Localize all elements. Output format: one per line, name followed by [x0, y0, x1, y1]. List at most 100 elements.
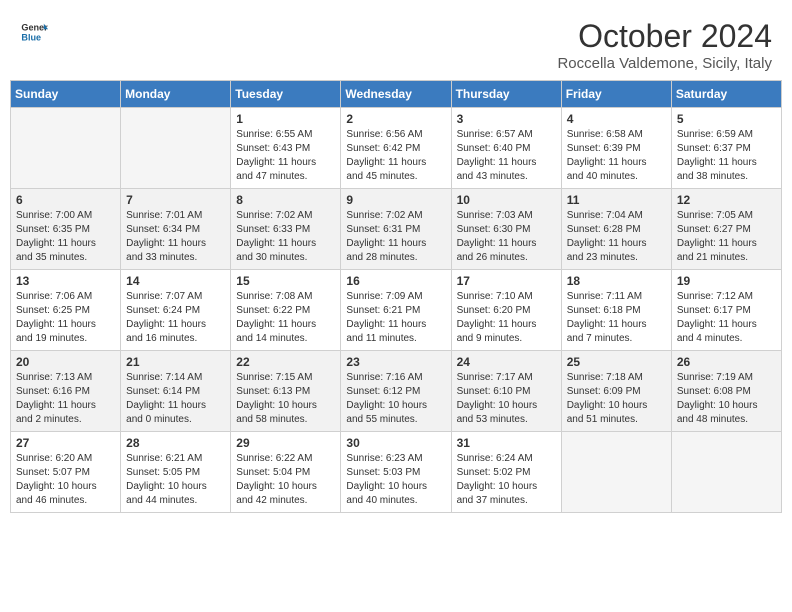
calendar-cell: [121, 108, 231, 189]
day-number: 16: [346, 274, 445, 288]
day-info: Sunrise: 7:06 AM Sunset: 6:25 PM Dayligh…: [16, 290, 115, 346]
day-number: 2: [346, 112, 445, 126]
calendar-cell: [671, 432, 781, 513]
day-info: Sunrise: 7:11 AM Sunset: 6:18 PM Dayligh…: [567, 290, 666, 346]
day-number: 3: [457, 112, 556, 126]
calendar-week-row: 20 Sunrise: 7:13 AM Sunset: 6:16 PM Dayli…: [11, 351, 782, 432]
day-number: 21: [126, 355, 225, 369]
day-info: Sunrise: 7:14 AM Sunset: 6:14 PM Dayligh…: [126, 371, 225, 427]
calendar-cell: 11Sunrise: 7:04 AM Sunset: 6:28 PM Dayli…: [561, 189, 671, 270]
calendar-cell: 13 Sunrise: 7:06 AM Sunset: 6:25 PM Dayli…: [11, 270, 121, 351]
day-info: Sunrise: 6:20 AM Sunset: 5:07 PM Dayligh…: [16, 452, 115, 508]
calendar-cell: 31Sunrise: 6:24 AM Sunset: 5:02 PM Dayli…: [451, 432, 561, 513]
calendar-cell: 27Sunrise: 6:20 AM Sunset: 5:07 PM Dayli…: [11, 432, 121, 513]
calendar-cell: 30 Sunrise: 6:23 AM Sunset: 5:03 PM Dayli…: [341, 432, 451, 513]
column-header-tuesday: Tuesday: [231, 81, 341, 108]
day-info: Sunrise: 7:17 AM Sunset: 6:10 PM Dayligh…: [457, 371, 556, 427]
day-number: 13: [16, 274, 115, 288]
calendar-cell: 26 Sunrise: 7:19 AM Sunset: 6:08 PM Dayli…: [671, 351, 781, 432]
calendar-week-row: 1 Sunrise: 6:55 AM Sunset: 6:43 PM Daylig…: [11, 108, 782, 189]
column-header-monday: Monday: [121, 81, 231, 108]
day-number: 10: [457, 193, 556, 207]
day-number: 26: [677, 355, 776, 369]
day-info: Sunrise: 7:09 AM Sunset: 6:21 PM Dayligh…: [346, 290, 445, 346]
calendar-cell: 28Sunrise: 6:21 AM Sunset: 5:05 PM Dayli…: [121, 432, 231, 513]
day-number: 19: [677, 274, 776, 288]
day-info: Sunrise: 6:55 AM Sunset: 6:43 PM Dayligh…: [236, 128, 335, 184]
calendar-body: 1 Sunrise: 6:55 AM Sunset: 6:43 PM Daylig…: [11, 108, 782, 513]
day-number: 28: [126, 436, 225, 450]
day-number: 8: [236, 193, 335, 207]
calendar-cell: 23Sunrise: 7:16 AM Sunset: 6:12 PM Dayli…: [341, 351, 451, 432]
calendar-cell: 24 Sunrise: 7:17 AM Sunset: 6:10 PM Dayli…: [451, 351, 561, 432]
calendar-cell: 14 Sunrise: 7:07 AM Sunset: 6:24 PM Dayli…: [121, 270, 231, 351]
day-number: 15: [236, 274, 335, 288]
calendar-week-row: 13 Sunrise: 7:06 AM Sunset: 6:25 PM Dayli…: [11, 270, 782, 351]
column-header-friday: Friday: [561, 81, 671, 108]
calendar-cell: 2 Sunrise: 6:56 AM Sunset: 6:42 PM Daylig…: [341, 108, 451, 189]
day-info: Sunrise: 7:15 AM Sunset: 6:13 PM Dayligh…: [236, 371, 335, 427]
calendar-cell: 7 Sunrise: 7:01 AM Sunset: 6:34 PM Daylig…: [121, 189, 231, 270]
day-number: 1: [236, 112, 335, 126]
logo: General Blue: [20, 18, 50, 46]
calendar-cell: 19 Sunrise: 7:12 AM Sunset: 6:17 PM Dayli…: [671, 270, 781, 351]
day-info: Sunrise: 6:58 AM Sunset: 6:39 PM Dayligh…: [567, 128, 666, 184]
column-header-wednesday: Wednesday: [341, 81, 451, 108]
day-number: 7: [126, 193, 225, 207]
day-info: Sunrise: 7:05 AM Sunset: 6:27 PM Dayligh…: [677, 209, 776, 265]
day-info: Sunrise: 7:02 AM Sunset: 6:33 PM Dayligh…: [236, 209, 335, 265]
day-info: Sunrise: 7:13 AM Sunset: 6:16 PM Dayligh…: [16, 371, 115, 427]
day-info: Sunrise: 7:16 AM Sunset: 6:12 PM Dayligh…: [346, 371, 445, 427]
day-number: 20: [16, 355, 115, 369]
calendar-cell: 16 Sunrise: 7:09 AM Sunset: 6:21 PM Dayli…: [341, 270, 451, 351]
calendar-cell: [11, 108, 121, 189]
calendar-cell: 15 Sunrise: 7:08 AM Sunset: 6:22 PM Dayli…: [231, 270, 341, 351]
day-info: Sunrise: 6:57 AM Sunset: 6:40 PM Dayligh…: [457, 128, 556, 184]
day-info: Sunrise: 7:10 AM Sunset: 6:20 PM Dayligh…: [457, 290, 556, 346]
calendar-cell: 21 Sunrise: 7:14 AM Sunset: 6:14 PM Dayli…: [121, 351, 231, 432]
day-number: 30: [346, 436, 445, 450]
calendar-cell: 18Sunrise: 7:11 AM Sunset: 6:18 PM Dayli…: [561, 270, 671, 351]
calendar-cell: 4 Sunrise: 6:58 AM Sunset: 6:39 PM Daylig…: [561, 108, 671, 189]
day-info: Sunrise: 6:22 AM Sunset: 5:04 PM Dayligh…: [236, 452, 335, 508]
day-number: 25: [567, 355, 666, 369]
calendar-cell: 8 Sunrise: 7:02 AM Sunset: 6:33 PM Daylig…: [231, 189, 341, 270]
day-number: 17: [457, 274, 556, 288]
calendar-week-row: 27Sunrise: 6:20 AM Sunset: 5:07 PM Dayli…: [11, 432, 782, 513]
day-info: Sunrise: 6:23 AM Sunset: 5:03 PM Dayligh…: [346, 452, 445, 508]
day-info: Sunrise: 6:56 AM Sunset: 6:42 PM Dayligh…: [346, 128, 445, 184]
day-info: Sunrise: 7:19 AM Sunset: 6:08 PM Dayligh…: [677, 371, 776, 427]
calendar-cell: 1 Sunrise: 6:55 AM Sunset: 6:43 PM Daylig…: [231, 108, 341, 189]
day-number: 12: [677, 193, 776, 207]
column-header-thursday: Thursday: [451, 81, 561, 108]
day-number: 4: [567, 112, 666, 126]
day-info: Sunrise: 7:08 AM Sunset: 6:22 PM Dayligh…: [236, 290, 335, 346]
calendar-week-row: 6Sunrise: 7:00 AM Sunset: 6:35 PM Daylig…: [11, 189, 782, 270]
column-header-saturday: Saturday: [671, 81, 781, 108]
day-info: Sunrise: 7:07 AM Sunset: 6:24 PM Dayligh…: [126, 290, 225, 346]
calendar-cell: 20 Sunrise: 7:13 AM Sunset: 6:16 PM Dayli…: [11, 351, 121, 432]
calendar-cell: 17 Sunrise: 7:10 AM Sunset: 6:20 PM Dayli…: [451, 270, 561, 351]
calendar-header-row: SundayMondayTuesdayWednesdayThursdayFrid…: [11, 81, 782, 108]
day-info: Sunrise: 7:01 AM Sunset: 6:34 PM Dayligh…: [126, 209, 225, 265]
day-number: 11: [567, 193, 666, 207]
day-info: Sunrise: 7:03 AM Sunset: 6:30 PM Dayligh…: [457, 209, 556, 265]
day-number: 9: [346, 193, 445, 207]
calendar-cell: 25 Sunrise: 7:18 AM Sunset: 6:09 PM Dayli…: [561, 351, 671, 432]
calendar-cell: 12 Sunrise: 7:05 AM Sunset: 6:27 PM Dayli…: [671, 189, 781, 270]
month-title: October 2024: [557, 18, 772, 55]
day-number: 24: [457, 355, 556, 369]
calendar-cell: 5Sunrise: 6:59 AM Sunset: 6:37 PM Daylig…: [671, 108, 781, 189]
day-number: 14: [126, 274, 225, 288]
calendar-cell: 22Sunrise: 7:15 AM Sunset: 6:13 PM Dayli…: [231, 351, 341, 432]
day-number: 31: [457, 436, 556, 450]
day-number: 5: [677, 112, 776, 126]
column-header-sunday: Sunday: [11, 81, 121, 108]
day-info: Sunrise: 7:18 AM Sunset: 6:09 PM Dayligh…: [567, 371, 666, 427]
calendar-cell: 29Sunrise: 6:22 AM Sunset: 5:04 PM Dayli…: [231, 432, 341, 513]
day-info: Sunrise: 7:02 AM Sunset: 6:31 PM Dayligh…: [346, 209, 445, 265]
page-header: General Blue October 2024 Roccella Valde…: [10, 10, 782, 76]
day-info: Sunrise: 7:12 AM Sunset: 6:17 PM Dayligh…: [677, 290, 776, 346]
calendar-table: SundayMondayTuesdayWednesdayThursdayFrid…: [10, 80, 782, 513]
calendar-cell: 6Sunrise: 7:00 AM Sunset: 6:35 PM Daylig…: [11, 189, 121, 270]
